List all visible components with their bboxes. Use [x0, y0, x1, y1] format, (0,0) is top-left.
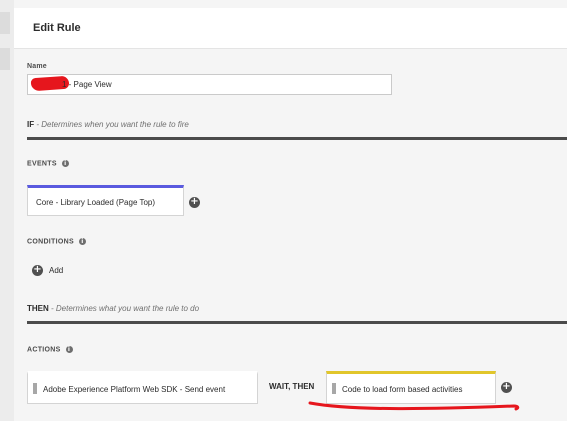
rail-item[interactable] — [0, 48, 10, 70]
red-underline-annotation — [308, 401, 520, 411]
edit-rule-panel: Edit Rule Name 1 - Page View IF - Determ… — [14, 0, 567, 421]
rail-item[interactable] — [0, 12, 10, 34]
left-rail — [0, 0, 14, 421]
